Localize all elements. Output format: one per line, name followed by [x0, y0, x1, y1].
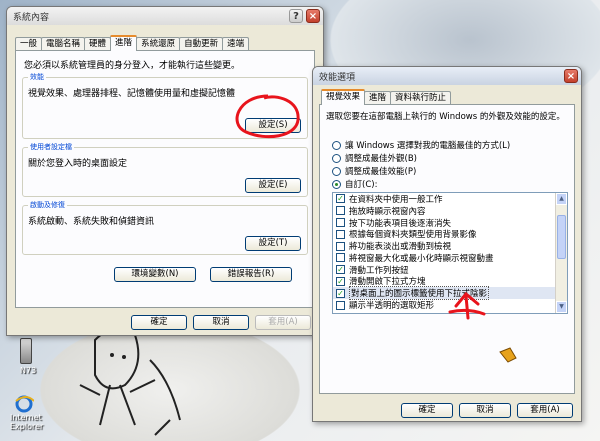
- checkbox[interactable]: ✓: [336, 288, 345, 298]
- tab-remote[interactable]: 遠端: [222, 37, 250, 51]
- radio-best-appearance[interactable]: 調整成最佳外觀(B): [332, 152, 417, 164]
- group-title: 效能: [28, 72, 46, 82]
- cursor-icon: [499, 347, 517, 363]
- system-properties-window: 系統內容 ? × 一般 電腦名稱 硬體 進階 系統還原 自動更新 遠端 您必須以…: [6, 6, 324, 336]
- effect-item[interactable]: 將功能表淡出或滑動到檢視: [333, 240, 567, 252]
- radio-label: 讓 Windows 選擇對我的電腦最佳的方式(L): [345, 141, 511, 151]
- checkbox[interactable]: [336, 217, 345, 227]
- radio-label: 自訂(C):: [345, 180, 378, 190]
- radio-custom[interactable]: 自訂(C):: [332, 178, 377, 190]
- effect-label: 拖放時顯示視窗內容: [349, 206, 426, 217]
- effect-label: 滑動工作列按鈕: [349, 265, 409, 276]
- effect-item[interactable]: 拖放時顯示視窗內容: [333, 205, 567, 217]
- checkbox[interactable]: [336, 229, 345, 239]
- group-title: 使用者設定檔: [28, 142, 74, 152]
- effect-item[interactable]: 按下功能表項目後逐漸消失: [333, 217, 567, 229]
- radio-dot: [332, 179, 341, 189]
- checkbox[interactable]: [336, 206, 345, 216]
- effect-item[interactable]: ✓ 滑動工作列按鈕: [333, 264, 567, 276]
- tab-hardware[interactable]: 硬體: [84, 37, 112, 51]
- ok-button[interactable]: 確定: [131, 315, 187, 330]
- tab-computer-name[interactable]: 電腦名稱: [41, 37, 86, 51]
- radio-dot: [332, 140, 341, 150]
- effect-label: 將視窗最大化或最小化時顯示視窗動畫: [349, 253, 494, 264]
- checkbox[interactable]: [336, 300, 345, 310]
- radio-dot: [332, 153, 341, 163]
- advanced-tab-panel: 您必須以系統管理員的身分登入，才能執行這些變更。 效能 視覺效果、處理器排程、記…: [15, 50, 315, 308]
- apply-button[interactable]: 套用(A): [517, 403, 573, 418]
- radio-label: 調整成最佳效能(P): [345, 167, 417, 177]
- checkbox[interactable]: [336, 253, 345, 263]
- group-text: 視覺效果、處理器排程、記憶體使用量和虛擬記憶體: [28, 89, 236, 99]
- scroll-thumb[interactable]: [557, 215, 566, 259]
- internet-explorer-label: Internet Explorer: [10, 413, 44, 431]
- effect-item[interactable]: 將視窗最大化或最小化時顯示視窗動畫: [333, 252, 567, 264]
- visual-effects-panel: 選取您要在這部電腦上執行的 Windows 的外觀及效能的設定。 讓 Windo…: [319, 104, 575, 394]
- tab-system-restore[interactable]: 系統還原: [136, 37, 181, 51]
- cancel-button[interactable]: 取消: [193, 315, 249, 330]
- checkbox[interactable]: [336, 241, 345, 251]
- performance-group: 效能 視覺效果、處理器排程、記憶體使用量和虛擬記憶體 設定(S): [22, 72, 308, 139]
- effect-item[interactable]: 顯示半透明的選取矩形: [333, 299, 567, 311]
- performance-options-window: 效能選項 × 視覺效果 進階 資料執行防止 選取您要在這部電腦上執行的 Wind…: [312, 66, 582, 422]
- group-title: 啟動及修復: [28, 200, 67, 210]
- radio-let-windows-choose[interactable]: 讓 Windows 選擇對我的電腦最佳的方式(L): [332, 139, 510, 151]
- performance-options-titlebar[interactable]: 效能選項 ×: [313, 67, 581, 85]
- n73-icon-label: N73: [20, 366, 37, 375]
- effect-item[interactable]: ✓ 在資料夾中使用一般工作: [333, 193, 567, 205]
- startup-recovery-settings-button[interactable]: 設定(T): [245, 236, 301, 251]
- tab-advanced[interactable]: 進階: [110, 35, 138, 51]
- group-text: 系統啟動、系統失敗和偵錯資訊: [28, 217, 155, 227]
- help-button[interactable]: ?: [289, 9, 303, 23]
- ok-button[interactable]: 確定: [401, 403, 453, 418]
- effect-label: 顯示半透明的選取矩形: [349, 301, 435, 312]
- user-profiles-settings-button[interactable]: 設定(E): [245, 178, 301, 193]
- tab-data-execution-prevention[interactable]: 資料執行防止: [390, 91, 452, 105]
- effect-label: 根據每個資料夾類型使用背景影像: [349, 230, 477, 241]
- performance-settings-button[interactable]: 設定(S): [245, 118, 301, 133]
- close-button[interactable]: ×: [564, 69, 578, 83]
- checkbox[interactable]: ✓: [336, 194, 345, 204]
- internet-explorer-icon[interactable]: [14, 395, 35, 413]
- startup-recovery-group: 啟動及修復 系統啟動、系統失敗和偵錯資訊 設定(T): [22, 200, 308, 255]
- admin-note: 您必須以系統管理員的身分登入，才能執行這些變更。: [24, 61, 241, 71]
- effect-item-highlighted[interactable]: ✓ 對桌面上的圖示標籤使用下拉式陰影: [333, 286, 567, 301]
- window-title: 效能選項: [319, 73, 356, 83]
- list-scrollbar[interactable]: ▲ ▼: [555, 193, 567, 313]
- tab-general[interactable]: 一般: [15, 37, 43, 51]
- effects-items: ✓ 在資料夾中使用一般工作 拖放時顯示視窗內容 按下功能表項目後逐漸消失 根據每個…: [333, 193, 567, 311]
- window-title: 系統內容: [13, 13, 50, 23]
- tab-strip: 一般 電腦名稱 硬體 進階 系統還原 自動更新 遠端: [15, 35, 250, 51]
- effect-label: 將功能表淡出或滑動到檢視: [349, 242, 452, 253]
- radio-dot: [332, 166, 341, 176]
- cancel-button[interactable]: 取消: [459, 403, 511, 418]
- radio-best-performance[interactable]: 調整成最佳效能(P): [332, 165, 416, 177]
- radio-label: 調整成最佳外觀(B): [345, 154, 417, 164]
- environment-variables-button[interactable]: 環境變數(N): [114, 267, 196, 282]
- tab-automatic-updates[interactable]: 自動更新: [179, 37, 224, 51]
- effect-label: 在資料夾中使用一般工作: [349, 194, 443, 205]
- tab-visual-effects[interactable]: 視覺效果: [321, 89, 366, 105]
- tab-strip: 視覺效果 進階 資料執行防止: [321, 89, 452, 105]
- system-properties-titlebar[interactable]: 系統內容 ? ×: [7, 7, 323, 25]
- checkbox[interactable]: ✓: [336, 276, 345, 286]
- effect-label: 按下功能表項目後逐漸消失: [349, 218, 452, 229]
- n73-phone-icon[interactable]: [20, 338, 32, 364]
- scroll-down-arrow-icon[interactable]: ▼: [556, 301, 567, 313]
- apply-button[interactable]: 套用(A): [255, 315, 311, 330]
- tab-advanced[interactable]: 進階: [364, 91, 392, 105]
- scroll-up-arrow-icon[interactable]: ▲: [556, 193, 567, 205]
- close-button[interactable]: ×: [306, 9, 320, 23]
- visual-effects-list[interactable]: ✓ 在資料夾中使用一般工作 拖放時顯示視窗內容 按下功能表項目後逐漸消失 根據每個…: [332, 192, 568, 314]
- visual-effects-description: 選取您要在這部電腦上執行的 Windows 的外觀及效能的設定。: [326, 112, 565, 122]
- effect-item[interactable]: 根據每個資料夾類型使用背景影像: [333, 228, 567, 240]
- checkbox[interactable]: ✓: [336, 265, 345, 275]
- error-reporting-button[interactable]: 錯誤報告(R): [210, 267, 292, 282]
- group-text: 關於您登入時的桌面設定: [28, 159, 128, 169]
- user-profiles-group: 使用者設定檔 關於您登入時的桌面設定 設定(E): [22, 142, 308, 197]
